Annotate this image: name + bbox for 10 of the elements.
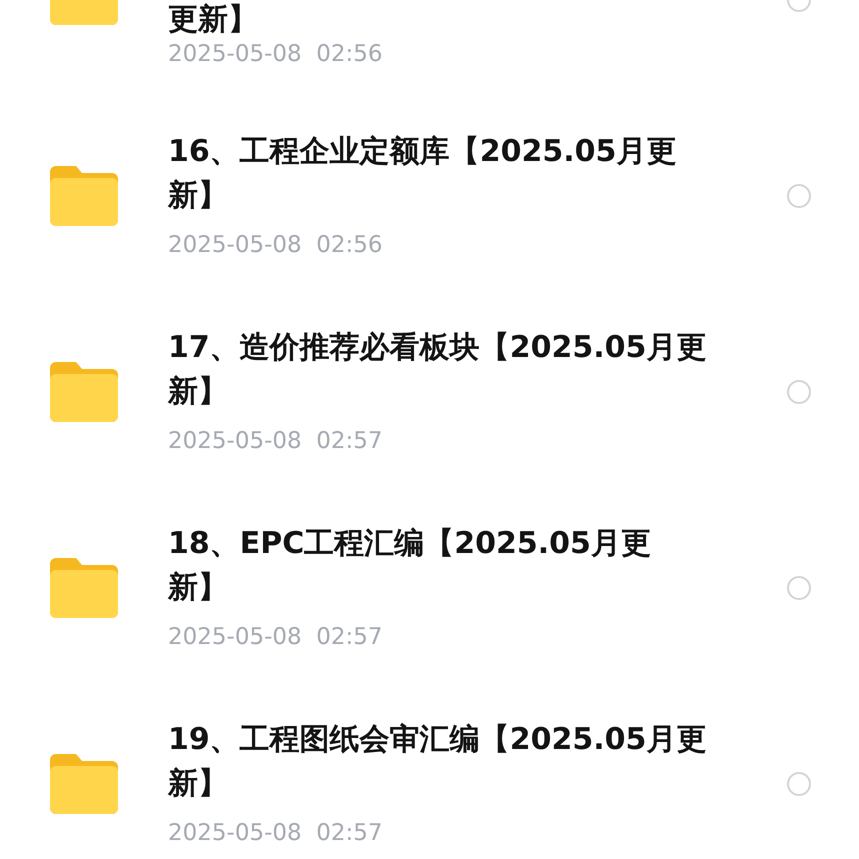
folder-name: 更新】 <box>168 3 259 37</box>
folder-name: 18、EPC工程汇编【2025.05月更新】 <box>168 525 652 607</box>
folder-name: 17、造价推荐必看板块【2025.05月更新】 <box>168 329 708 411</box>
modified-date: 2025-05-08 02:56 <box>168 231 384 260</box>
modified-date: 2025-05-08 02:57 <box>168 427 384 456</box>
folder-name: 19、工程图纸会审汇编【2025.05月更新】 <box>168 721 708 803</box>
modified-date: 2025-05-08 02:56 <box>168 40 384 69</box>
folder-name: 16、工程企业定额库【2025.05月更新】 <box>168 133 678 215</box>
modified-date: 2025-05-08 02:57 <box>168 623 384 652</box>
modified-date: 2025-05-08 02:57 <box>168 819 384 848</box>
